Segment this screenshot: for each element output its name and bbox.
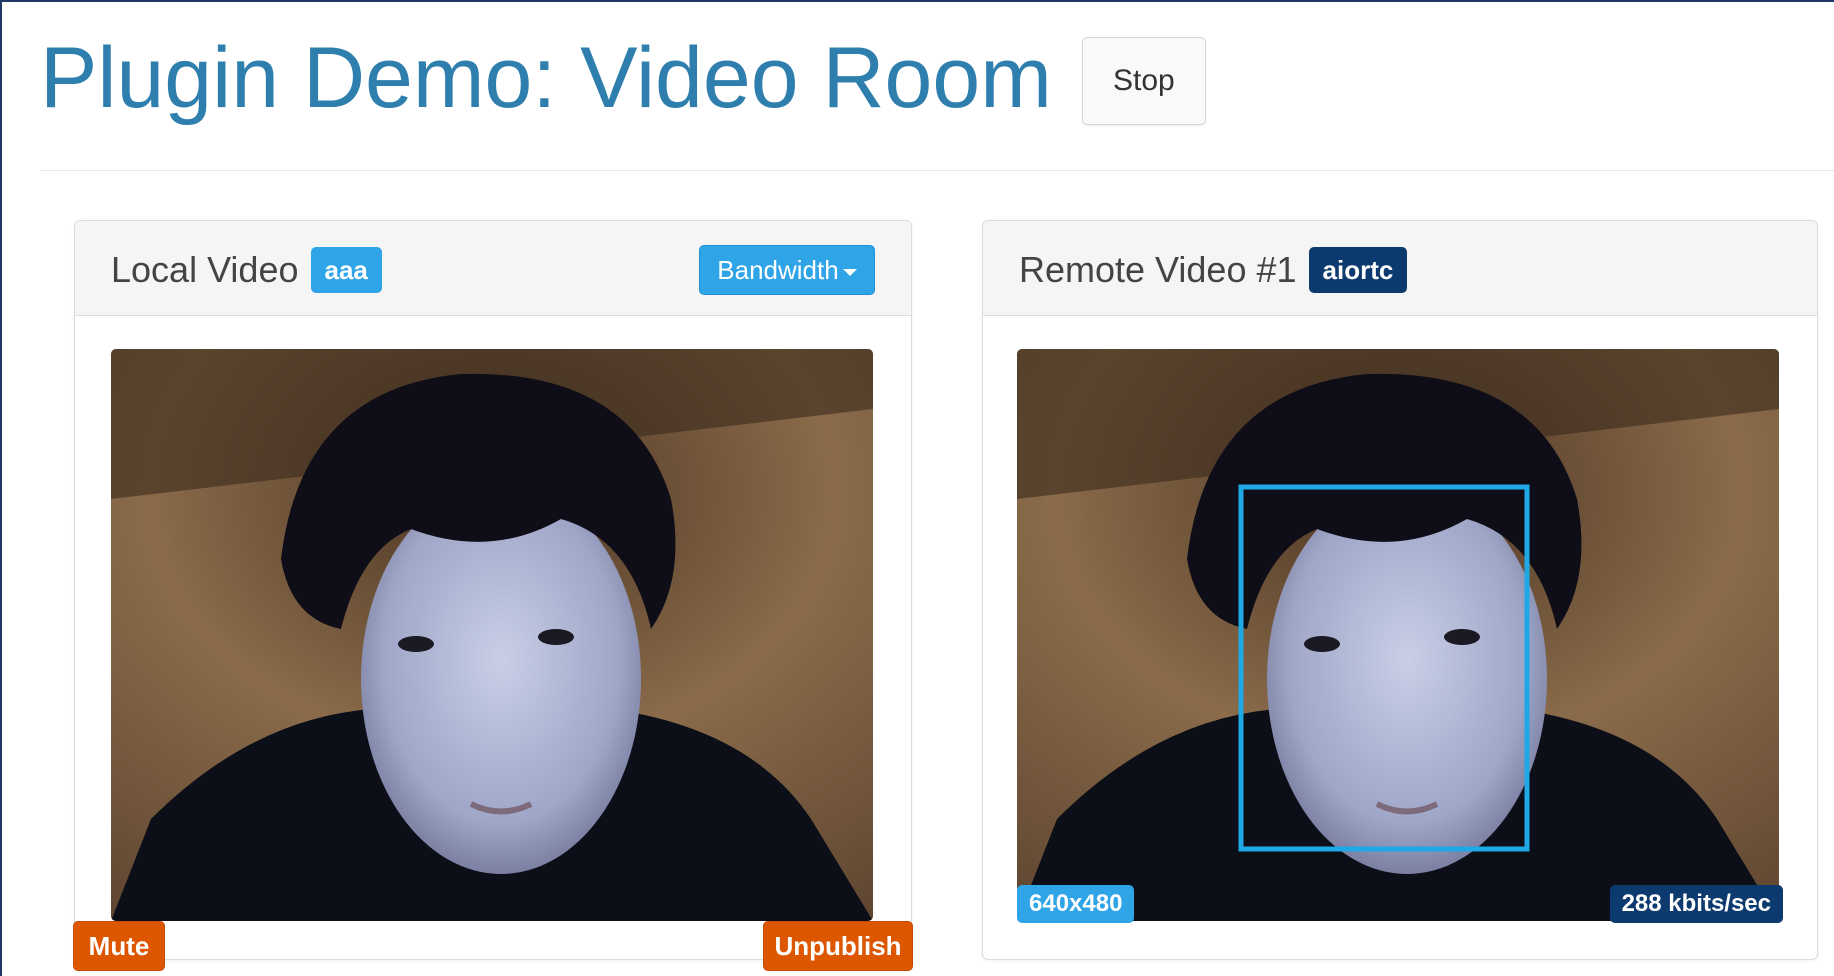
mute-button[interactable]: Mute bbox=[73, 921, 165, 971]
bandwidth-label: Bandwidth bbox=[717, 254, 839, 285]
remote-video-frame bbox=[1017, 349, 1779, 921]
remote-panel-title: Remote Video #1 aiortc bbox=[1019, 247, 1408, 293]
remote-video-title: Remote Video #1 bbox=[1019, 249, 1297, 290]
remote-panel-heading: Remote Video #1 aiortc bbox=[983, 221, 1817, 316]
header-divider bbox=[40, 170, 1834, 171]
resolution-badge: 640x480 bbox=[1017, 885, 1135, 923]
stop-button[interactable]: Stop bbox=[1081, 37, 1206, 125]
local-panel-title: Local Video aaa bbox=[111, 247, 382, 293]
bandwidth-dropdown-button[interactable]: Bandwidth bbox=[699, 245, 875, 295]
unpublish-button[interactable]: Unpublish bbox=[763, 921, 913, 971]
local-video-panel: Local Video aaa Bandwidth Mute Unpublish bbox=[73, 220, 913, 971]
local-username-badge: aaa bbox=[310, 247, 382, 293]
local-video-title: Local Video bbox=[111, 249, 299, 290]
remote-video bbox=[1017, 349, 1779, 921]
page-title: Plugin Demo: Video Room bbox=[40, 30, 1052, 126]
local-panel-heading: Local Video aaa Bandwidth bbox=[75, 221, 911, 316]
remote-username-badge: aiortc bbox=[1308, 247, 1408, 293]
local-video bbox=[111, 349, 873, 921]
remote-video-panel: Remote Video #1 aiortc 640x480 288 kbits… bbox=[982, 220, 1818, 960]
caret-down-icon bbox=[842, 268, 857, 276]
page-header: Plugin Demo: Video Room Stop bbox=[40, 28, 1206, 128]
bitrate-badge: 288 kbits/sec bbox=[1609, 885, 1783, 923]
local-video-frame bbox=[111, 349, 873, 921]
